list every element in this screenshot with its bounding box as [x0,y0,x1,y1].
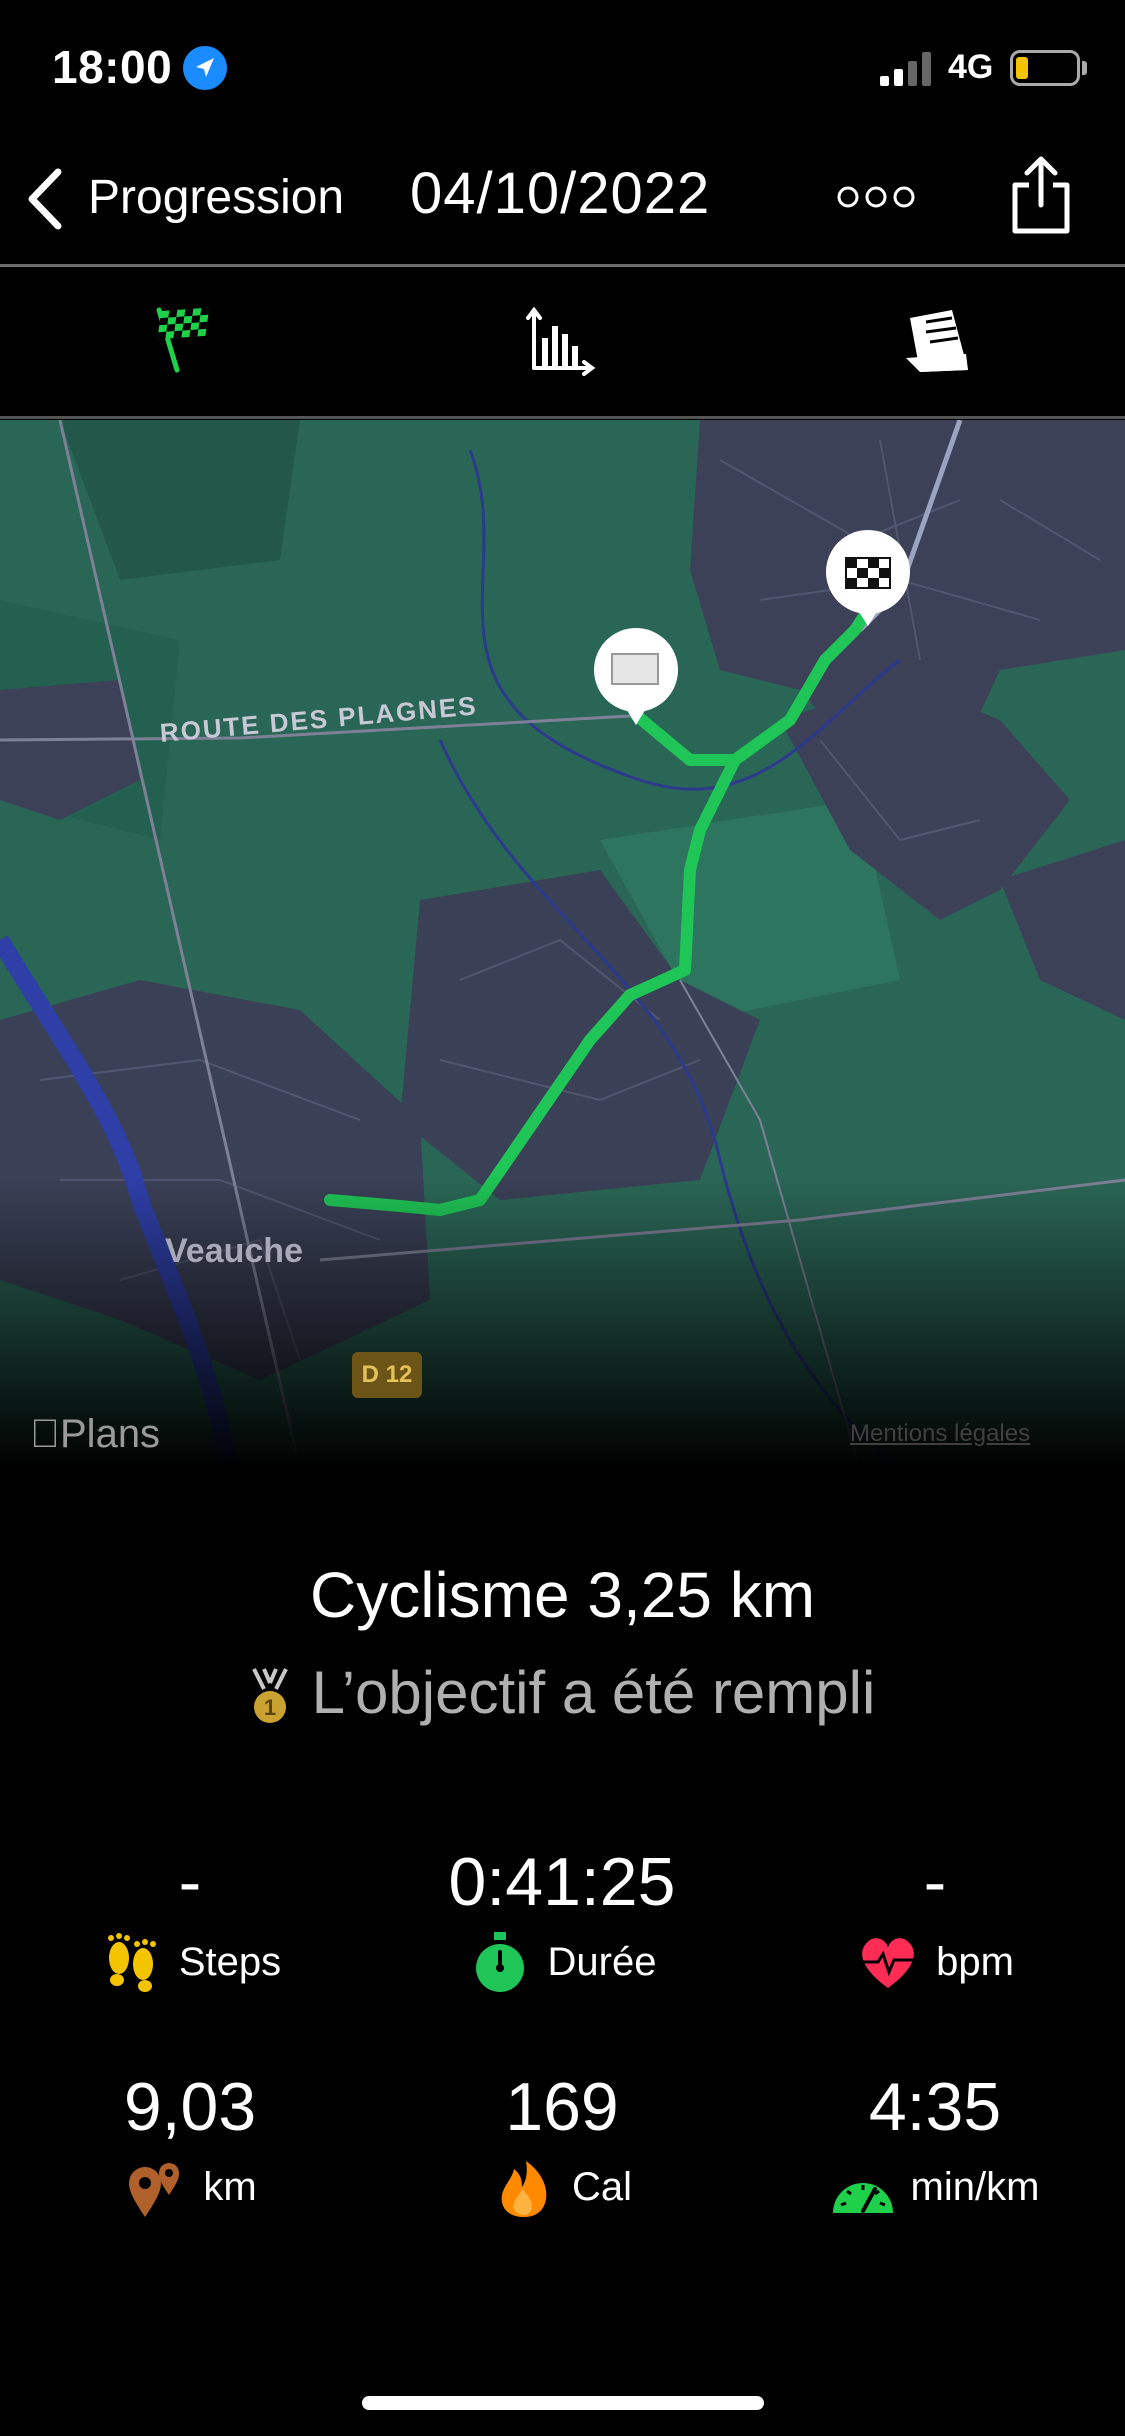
heart-rate-label-text: bpm [936,1939,1014,1984]
medal-icon: 1 [250,1667,290,1727]
status-time: 18:00 [52,41,173,93]
flame-icon [492,2155,556,2219]
duration-value: 0:41:25 [448,1844,676,1920]
maps-provider-logo: Plans [30,1412,160,1457]
battery-tip [1082,61,1087,75]
page-title: 04/10/2022 [410,161,711,226]
pace-label: min/km [745,2155,1125,2219]
heart-rate-icon [856,1930,920,1994]
map-town-label: Veauche [165,1232,303,1270]
more-options-icon[interactable] [836,185,916,209]
map-pins-icon [123,2155,187,2219]
goal-status: 1 L’objectif a été rempli [0,1658,1125,1727]
tab-chart[interactable] [522,300,602,380]
battery-level [1016,57,1028,79]
heart-rate-label: bpm [745,1930,1125,1994]
location-arrow-icon [183,46,227,90]
share-icon[interactable] [1005,155,1077,235]
steps-label: Steps [0,1930,380,1994]
svg-text:1: 1 [264,1695,276,1720]
calories-label-text: Cal [571,2164,633,2209]
calories-label: Cal [372,2155,752,2219]
pace-value: 4:35 [868,2069,1002,2145]
activity-title: Cyclisme 3,25 km [310,1559,815,1631]
steps-label-text: Steps [178,1939,282,1984]
notes-icon [906,310,968,372]
duration-label-text: Durée [547,1939,657,1984]
checkered-flag-icon [156,307,210,373]
distance-value: 9,03 [123,2069,257,2145]
speedometer-icon [831,2155,895,2219]
chevron-left-icon[interactable] [22,166,66,232]
back-button[interactable]: Progression [88,170,344,225]
heart-rate-value: - [923,1844,947,1920]
divider [0,264,1125,267]
cell-signal-icon [880,50,936,86]
distance-label-text: km [203,2164,257,2209]
route-map[interactable] [0,420,1125,1470]
network-type: 4G [948,48,994,86]
tab-notes[interactable] [896,300,976,380]
maps-provider-name: Plans [30,1412,160,1456]
bar-chart-icon [526,306,596,376]
legal-link[interactable]: Mentions légales [850,1420,1030,1448]
steps-value: - [178,1844,202,1920]
goal-text: L’objectif a été rempli [311,1659,876,1726]
calories-value: 169 [505,2069,619,2145]
divider [0,416,1125,419]
stopwatch-icon [468,1930,532,1994]
tab-route[interactable] [147,300,227,380]
footprints-icon [99,1930,163,1994]
home-indicator[interactable] [362,2396,764,2410]
distance-label: km [0,2155,380,2219]
pace-label-text: min/km [910,2164,1040,2209]
duration-label: Durée [372,1930,752,1994]
road-number-badge: D 12 [352,1352,422,1398]
